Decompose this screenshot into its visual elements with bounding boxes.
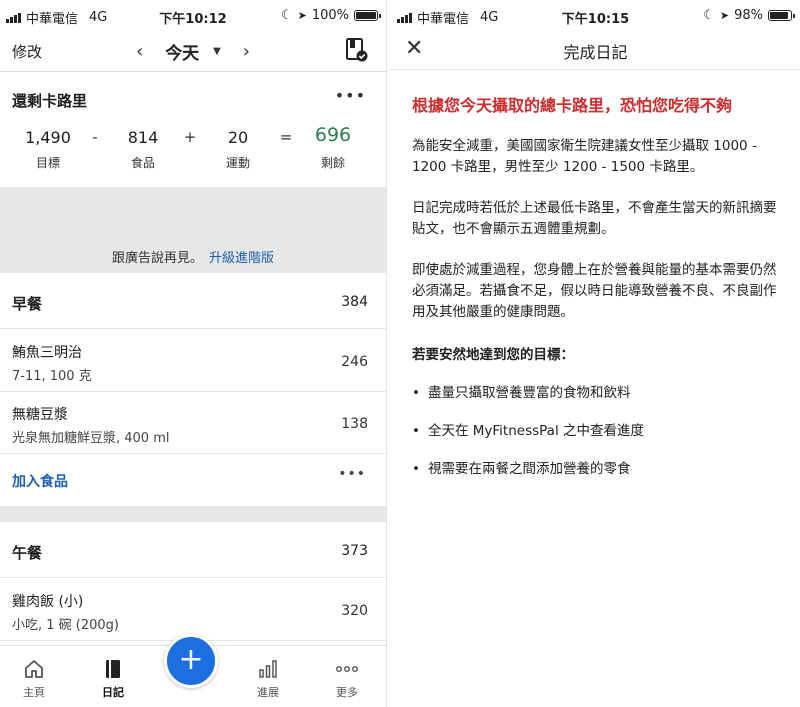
complete-diary-navbar: ✕ 完成日記 (391, 30, 800, 70)
diary-screen: 中華電信 4G 下午10:12 ☾ ➤ 100% 修改 ‹ 今天 ▼ › 還剩卡… (0, 0, 387, 707)
goal-value: 1,490 (25, 128, 71, 147)
tab-label: 進展 (257, 686, 279, 699)
complete-diary-screen: 中華電信 4G 下午10:15 ☾ ➤ 98% ✕ 完成日記 根據您今天攝取的總… (391, 0, 800, 707)
previous-day-button[interactable]: ‹ (120, 41, 159, 62)
tab-progress[interactable]: 進展 (238, 658, 298, 700)
page-title: 完成日記 (563, 43, 628, 62)
equals-operator: = (279, 128, 293, 146)
warning-paragraph: 即使處於減重過程，您身體上在於營養與能量的基本需要仍然必須滿足。若攝食不足，假以… (412, 262, 777, 320)
battery-icon (768, 10, 795, 21)
more-options-icon[interactable]: ••• (335, 86, 366, 105)
next-day-button[interactable]: › (227, 41, 266, 62)
food-description: 小吃, 1 碗 (200g) (12, 618, 120, 633)
diary-book-icon (106, 660, 120, 678)
bar-chart-icon (259, 660, 277, 678)
exercise-value: 20 (227, 128, 249, 147)
tab-home[interactable]: 主頁 (4, 658, 64, 700)
exercise-label: 運動 (225, 156, 250, 170)
ad-banner: 跟廣告說再見。 升級進階版 (0, 187, 386, 273)
location-arrow-icon: ➤ (297, 9, 307, 22)
status-bar: 中華電信 4G 下午10:12 ☾ ➤ 100% (0, 0, 386, 30)
remaining-label: 剩餘 (320, 156, 345, 170)
tab-label: 日記 (102, 686, 124, 699)
meal-total: 373 (341, 543, 368, 559)
plus-operator: + (183, 128, 197, 146)
food-calories: 246 (341, 354, 368, 370)
diary-complete-icon[interactable] (346, 38, 368, 62)
food-label: 食品 (130, 156, 155, 170)
meal-title: 早餐 (12, 295, 43, 313)
location-arrow-icon: ➤ (719, 9, 730, 22)
battery-percent: 98% (734, 8, 763, 23)
tip-item: 盡量只攝取營養豐富的食物和飲料 (412, 381, 788, 401)
battery-percent: 100% (311, 8, 349, 23)
more-dots-icon (336, 665, 359, 672)
food-name: 無糖豆漿 (12, 407, 68, 423)
remaining-value: 696 (314, 124, 352, 146)
warning-paragraph: 日記完成時若低於上述最低卡路里，不會產生當天的新訊摘要貼文，也不會顯示五週體重規… (412, 200, 777, 237)
date-label[interactable]: 今天 (165, 39, 199, 64)
ad-text: 跟廣告說再見。 (111, 251, 203, 266)
status-bar: 中華電信 4G 下午10:15 ☾ ➤ 98% (391, 0, 800, 30)
remaining-title: 還剩卡路里 (12, 92, 88, 110)
food-value: 814 (127, 128, 159, 147)
warning-paragraph: 為能安全減重，美國國家衛生院建議女性至少攝取 1000 - 1200 卡路里，男… (412, 138, 757, 175)
section-divider (0, 506, 386, 522)
home-icon (25, 660, 43, 678)
meal-title: 午餐 (12, 544, 43, 562)
food-entry[interactable]: 無糖豆漿 光泉無加糖鮮豆漿, 400 ml 138 (0, 392, 386, 454)
tip-item: 視需要在兩餐之間添加營養的零食 (412, 457, 788, 477)
goal-label: 目標 (35, 156, 60, 170)
food-name: 鮪魚三明治 (12, 345, 82, 361)
breakfast-header[interactable]: 早餐 384 (0, 273, 386, 329)
food-entry[interactable]: 雞肉飯 (小) 小吃, 1 碗 (200g) 320 (0, 579, 386, 641)
calories-remaining-panel: 還剩卡路里 ••• 1,490 目標 - 814 食品 + 20 運動 = 69… (0, 72, 386, 187)
food-description: 7-11, 100 克 (12, 369, 92, 384)
warning-content: 根據您今天攝取的總卡路里，恐怕您吃得不夠 為能安全減重，美國國家衛生院建議女性至… (412, 92, 788, 495)
add-food-row: 加入食品 ••• (0, 454, 386, 506)
warning-headline: 根據您今天攝取的總卡路里，恐怕您吃得不夠 (412, 96, 733, 115)
battery-icon (354, 10, 381, 21)
caret-down-icon[interactable]: ▼ (213, 46, 221, 57)
lunch-header[interactable]: 午餐 373 (0, 522, 386, 578)
tab-diary[interactable]: 日記 (83, 658, 143, 700)
add-food-button[interactable]: 加入食品 (12, 471, 68, 491)
food-calories: 138 (341, 416, 368, 432)
minus-operator: - (92, 128, 98, 146)
tab-label: 主頁 (23, 686, 45, 699)
food-name: 雞肉飯 (小) (12, 594, 84, 610)
tip-item: 全天在 MyFitnessPal 之中查看進度 (412, 419, 788, 439)
tab-more[interactable]: 更多 (317, 658, 377, 700)
food-calories: 320 (341, 603, 368, 619)
moon-icon: ☾ (703, 8, 715, 23)
meal-total: 384 (341, 294, 368, 310)
date-selector: ‹ 今天 ▼ › (0, 39, 386, 64)
food-entry[interactable]: 鮪魚三明治 7-11, 100 克 246 (0, 330, 386, 392)
food-description: 光泉無加糖鮮豆漿, 400 ml (12, 431, 170, 446)
tips-subtitle: 若要安然地達到您的目標： (412, 347, 574, 363)
bottom-tab-bar: 主頁 日記 + 進展 更多 (0, 634, 386, 707)
add-entry-button[interactable]: + (164, 634, 218, 688)
upgrade-premium-link[interactable]: 升級進階版 (209, 251, 274, 266)
tab-label: 更多 (336, 686, 358, 699)
more-options-icon[interactable]: ••• (338, 466, 366, 482)
moon-icon: ☾ (280, 8, 293, 23)
diary-navbar: 修改 ‹ 今天 ▼ › (0, 30, 386, 72)
